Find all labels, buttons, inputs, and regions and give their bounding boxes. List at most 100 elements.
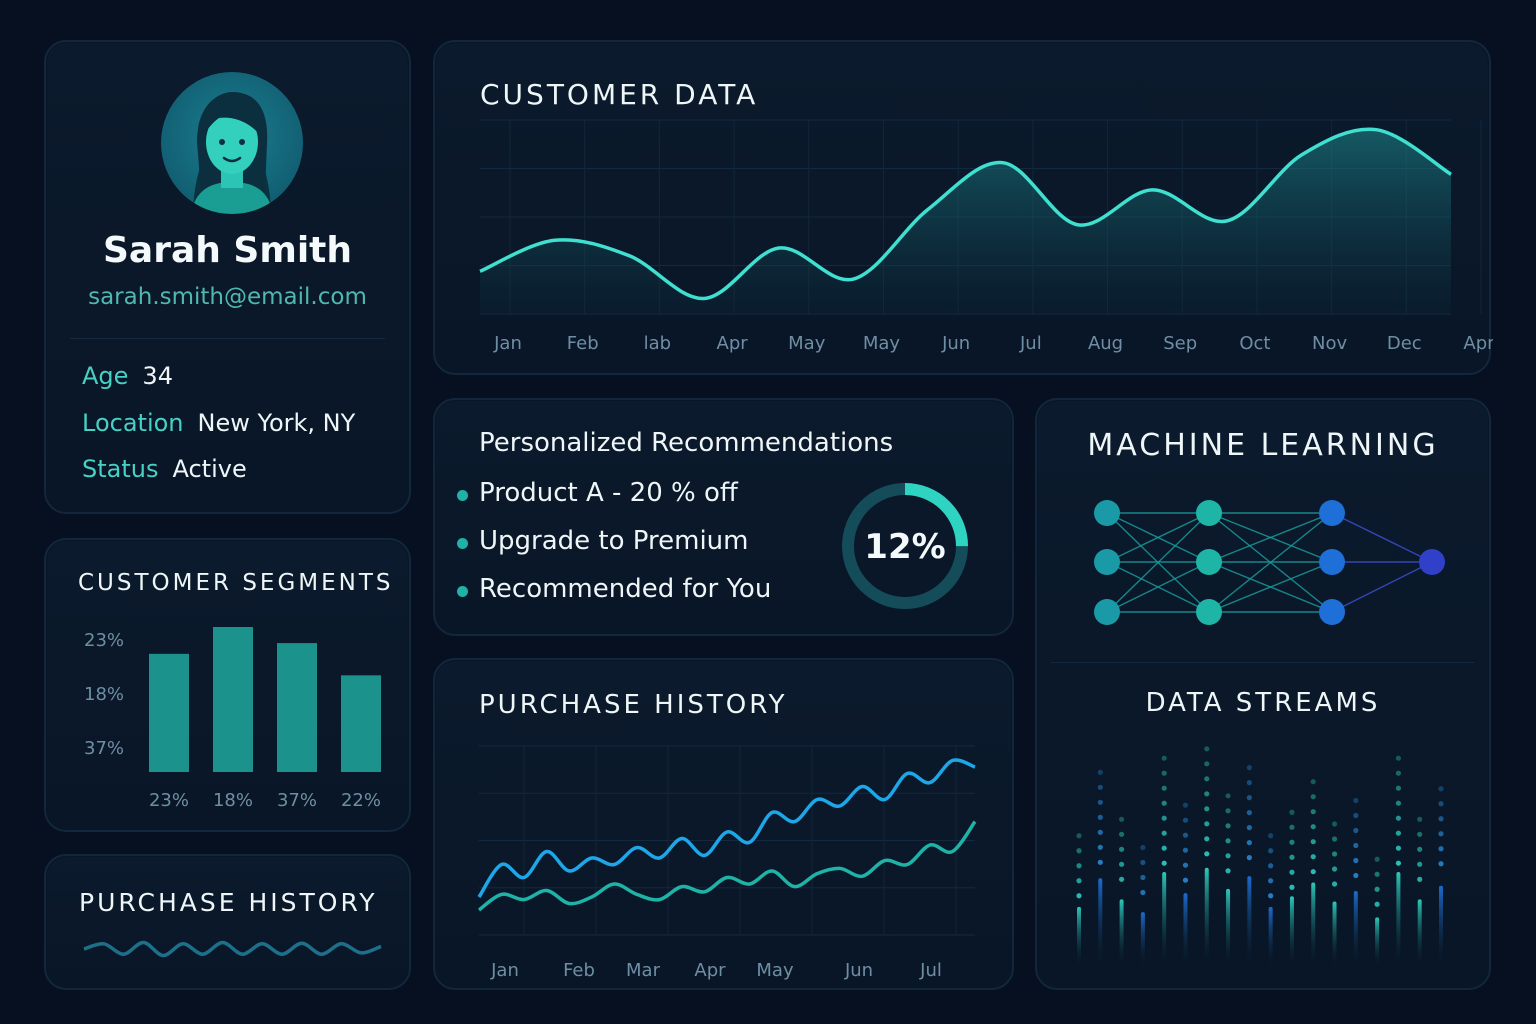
x-tick-label: 23% bbox=[149, 790, 189, 811]
stream-dot bbox=[1310, 809, 1316, 815]
stream-bar bbox=[1268, 906, 1273, 965]
stream-dot bbox=[1268, 893, 1274, 899]
profile-card: Sarah Smith sarah.smith@email.com Age 34 … bbox=[44, 40, 411, 514]
stream-dot bbox=[1161, 770, 1167, 776]
x-tick-label: Aug bbox=[1088, 333, 1123, 354]
stream-dot bbox=[1353, 872, 1359, 879]
x-tick-label: 37% bbox=[277, 790, 317, 811]
info-value: New York, NY bbox=[197, 409, 356, 437]
stream-dot bbox=[1395, 755, 1402, 761]
stream-dot bbox=[1310, 824, 1316, 830]
stream-bar bbox=[1204, 867, 1209, 965]
stream-dot bbox=[1204, 791, 1210, 797]
stream-dot bbox=[1097, 799, 1103, 805]
stream-dot bbox=[1182, 877, 1189, 883]
stream-dot bbox=[1182, 817, 1189, 823]
info-label: Age bbox=[82, 362, 129, 390]
purchase-series-line bbox=[477, 820, 977, 912]
recommendations-card: Personalized Recommendations Product A -… bbox=[433, 398, 1014, 636]
stream-bar bbox=[1226, 888, 1231, 965]
stream-dot bbox=[1310, 779, 1316, 785]
progress-ring: 12% bbox=[842, 483, 968, 609]
stream-dot bbox=[1374, 856, 1380, 862]
stream-dot bbox=[1374, 886, 1380, 892]
stream-dot bbox=[1204, 851, 1210, 857]
stream-dot bbox=[1268, 863, 1274, 869]
segment-bar bbox=[149, 653, 189, 772]
x-tick-label: May bbox=[756, 960, 794, 981]
stream-dot bbox=[1182, 862, 1189, 868]
stream-dot bbox=[1331, 866, 1338, 872]
stream-bar bbox=[1396, 871, 1401, 965]
stream-dot bbox=[1417, 861, 1423, 867]
stream-dot bbox=[1097, 784, 1103, 790]
sparkline-path bbox=[83, 940, 382, 958]
stream-dot bbox=[1161, 845, 1167, 851]
stream-dot bbox=[1161, 755, 1167, 761]
stream-dot bbox=[1204, 746, 1210, 752]
stream-dot bbox=[1438, 846, 1444, 852]
x-tick-label: May bbox=[788, 333, 826, 354]
stream-dot bbox=[1118, 831, 1125, 837]
stream-dot bbox=[1395, 785, 1402, 791]
stream-dot bbox=[1097, 859, 1103, 865]
stream-dot bbox=[1161, 860, 1167, 866]
x-tick-label: May bbox=[863, 333, 901, 354]
recommendation-label: Recommended for You bbox=[479, 574, 772, 604]
stream-dot bbox=[1289, 824, 1295, 830]
x-tick-label: Sep bbox=[1163, 333, 1197, 354]
x-tick-label: Oct bbox=[1239, 333, 1270, 354]
stream-dot bbox=[1182, 847, 1189, 853]
stream-dot bbox=[1161, 800, 1167, 806]
stream-dot bbox=[1374, 871, 1380, 877]
stream-bar bbox=[1119, 899, 1124, 965]
stream-bar bbox=[1098, 878, 1103, 965]
stream-dot bbox=[1395, 830, 1402, 836]
x-tick-label: Mar bbox=[626, 960, 661, 981]
stream-bar bbox=[1375, 917, 1380, 965]
segments-chart: 23% 18% 37% 23% 18% 37% 22% bbox=[84, 627, 381, 811]
x-tick-label: Jul bbox=[1019, 333, 1042, 354]
stream-dot bbox=[1395, 815, 1402, 821]
stream-dot bbox=[1331, 851, 1338, 857]
x-tick-label: Jan bbox=[490, 960, 519, 981]
x-tick-label: Nov bbox=[1312, 333, 1347, 354]
recommendation-item[interactable]: Upgrade to Premium bbox=[457, 526, 748, 556]
profile-email[interactable]: sarah.smith@email.com bbox=[46, 284, 409, 310]
info-row-age: Age 34 bbox=[82, 362, 173, 390]
x-tick-label: Jun bbox=[941, 333, 970, 354]
stream-dot bbox=[1395, 845, 1402, 851]
stream-dot bbox=[1417, 831, 1423, 837]
y-tick-label: 23% bbox=[84, 630, 124, 651]
stream-dot bbox=[1331, 836, 1338, 842]
stream-dot bbox=[1395, 800, 1402, 806]
stream-dot bbox=[1076, 878, 1082, 884]
x-tick-label: Apr bbox=[1463, 333, 1493, 354]
stream-dot bbox=[1225, 853, 1231, 859]
stream-dot bbox=[1076, 848, 1082, 854]
stream-dot bbox=[1438, 816, 1444, 822]
stream-bar bbox=[1247, 876, 1252, 965]
stream-dot bbox=[1097, 844, 1103, 850]
data-streams-chart bbox=[1076, 746, 1444, 965]
info-row-location: Location New York, NY bbox=[82, 409, 355, 437]
x-tick-label: Feb bbox=[567, 333, 599, 354]
stream-dot bbox=[1289, 869, 1295, 875]
stream-dot bbox=[1204, 836, 1210, 842]
bullet-icon bbox=[457, 538, 468, 549]
user-avatar-icon[interactable] bbox=[161, 72, 303, 214]
stream-dot bbox=[1289, 854, 1295, 860]
info-label: Location bbox=[82, 409, 184, 437]
stream-dot bbox=[1097, 814, 1103, 820]
stream-dot bbox=[1268, 833, 1274, 839]
x-tick-label: lab bbox=[644, 333, 671, 354]
stream-dot bbox=[1353, 827, 1359, 834]
stream-dot bbox=[1289, 809, 1295, 815]
purchase-history-mini-card: PURCHASE HISTORY bbox=[44, 854, 411, 990]
recommendation-item[interactable]: Recommended for You bbox=[457, 574, 772, 604]
stream-dot bbox=[1289, 884, 1295, 890]
recommendation-item[interactable]: Product A - 20 % off bbox=[457, 478, 738, 508]
stream-dot bbox=[1204, 776, 1210, 782]
info-label: Status bbox=[82, 455, 159, 483]
stream-dot bbox=[1438, 831, 1444, 837]
